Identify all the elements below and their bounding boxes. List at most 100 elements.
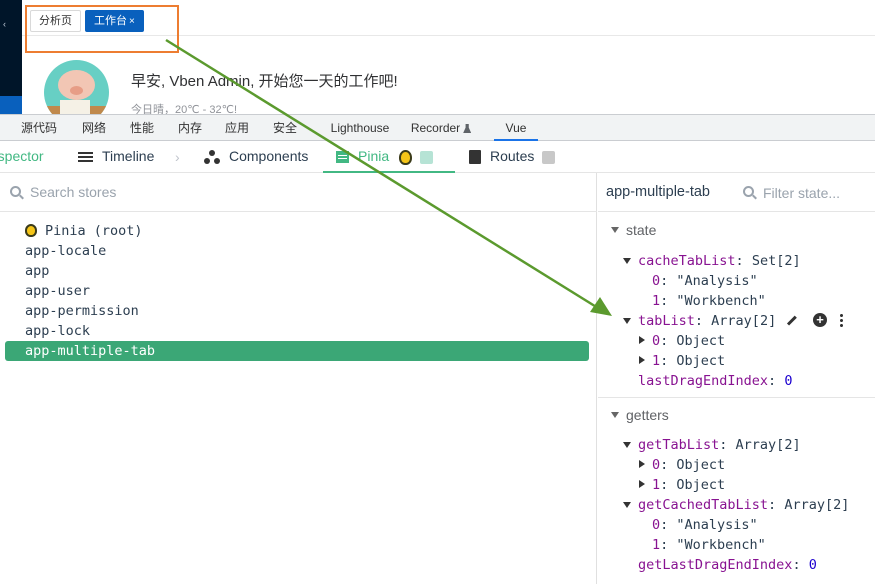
prop-value: 0	[808, 557, 817, 573]
prop-getLastDragEndIndex[interactable]: getLastDragEndIndex: 0	[638, 555, 817, 575]
tab-memory[interactable]: 内存	[168, 115, 212, 141]
caret-down-icon	[611, 227, 619, 233]
caret-right-icon	[639, 460, 645, 468]
tab-sources[interactable]: 源代码	[14, 115, 64, 141]
store-list: Pinia (root) app-locale app app-user app…	[0, 221, 597, 361]
more-icon[interactable]	[840, 313, 843, 327]
prop-value: Object	[676, 353, 726, 369]
prop-cacheTabList[interactable]: cacheTabList: Set[2]	[623, 251, 801, 271]
tab-components[interactable]: Components	[204, 141, 308, 173]
search-icon	[743, 186, 754, 197]
prop-index: 1	[652, 293, 661, 309]
selected-store-title: app-multiple-tab	[606, 184, 710, 200]
section-label: state	[626, 222, 657, 238]
prop-item-getTabList-1[interactable]: 1: Object	[639, 475, 726, 495]
prop-key: getLastDragEndIndex	[638, 557, 793, 573]
tab-vue[interactable]: Vue	[494, 115, 538, 141]
prop-lastDragEndIndex[interactable]: lastDragEndIndex: 0	[638, 371, 792, 391]
prop-type: Array[2]	[711, 313, 777, 329]
prop-key: getCachedTabList	[638, 497, 769, 513]
add-icon[interactable]: +	[813, 313, 827, 327]
tab-timeline[interactable]: Timeline	[78, 141, 154, 173]
edit-icon[interactable]	[786, 315, 797, 326]
flask-icon	[463, 124, 472, 133]
avatar-snout	[70, 86, 83, 95]
prop-index: 1	[652, 353, 661, 369]
prop-index: 0	[652, 333, 661, 349]
prop-value: "Workbench"	[676, 293, 766, 309]
tab-pinia-label: Pinia	[358, 148, 390, 164]
caret-down-icon	[623, 318, 631, 324]
tab-recorder[interactable]: Recorder	[406, 115, 476, 141]
collapse-icon[interactable]: ‹	[3, 19, 6, 29]
prop-value: 0	[784, 373, 793, 389]
state-section-toggle[interactable]: state	[598, 220, 656, 240]
puzzle-icon	[420, 150, 434, 164]
prop-item-tabList-0[interactable]: 0: Object	[639, 331, 726, 351]
weather-text: 今日晴，20℃ - 32℃!	[131, 104, 238, 114]
avatar-newspaper	[60, 100, 90, 114]
prop-value: "Analysis"	[676, 517, 758, 533]
sidebar-active-item	[0, 96, 22, 114]
pinia-icon	[25, 224, 37, 237]
tab-inspector-label: Inspector	[0, 148, 44, 164]
prop-index: 0	[652, 517, 661, 533]
prop-index: 1	[652, 537, 661, 553]
store-item-app-multiple-tab[interactable]: app-multiple-tab	[5, 341, 589, 361]
tab-security[interactable]: 安全	[263, 115, 307, 141]
tab-pinia[interactable]: Pinia	[323, 141, 455, 173]
filter-state-input[interactable]	[763, 183, 873, 203]
prop-value: "Analysis"	[676, 273, 758, 289]
prop-index: 1	[652, 477, 661, 493]
timeline-icon	[78, 151, 93, 163]
store-item-app[interactable]: app	[0, 261, 597, 281]
tab-timeline-label: Timeline	[102, 148, 155, 164]
prop-index: 0	[652, 457, 661, 473]
tab-performance[interactable]: 性能	[120, 115, 164, 141]
caret-down-icon	[623, 442, 631, 448]
tab-routes-label: Routes	[490, 148, 535, 164]
section-label: getters	[626, 407, 669, 423]
prop-key: getTabList	[638, 437, 720, 453]
search-stores-input[interactable]	[30, 182, 430, 202]
prop-getCachedTabList[interactable]: getCachedTabList: Array[2]	[623, 495, 850, 515]
prop-tabList[interactable]: tabList: Array[2]	[623, 311, 777, 331]
vue-devtools-toolbar: Inspector Timeline › Components Pinia Ro…	[0, 141, 875, 173]
store-item-app-user[interactable]: app-user	[0, 281, 597, 301]
prop-item-getTabList-0[interactable]: 0: Object	[639, 455, 726, 475]
prop-type: Array[2]	[784, 497, 850, 513]
greeting-text: 早安, Vben Admin, 开始您一天的工作吧!	[131, 73, 398, 90]
tab-recorder-label: Recorder	[410, 121, 461, 135]
caret-right-icon	[639, 336, 645, 344]
section-divider	[598, 397, 875, 398]
prop-key: lastDragEndIndex	[638, 373, 769, 389]
prop-item: 0: "Analysis"	[652, 273, 758, 289]
state-header: app-multiple-tab	[598, 173, 875, 212]
prop-value: Object	[676, 457, 726, 473]
prop-value: Object	[676, 333, 726, 349]
tab-network[interactable]: 网络	[72, 115, 116, 141]
store-icon	[336, 151, 349, 164]
separator-chevron: ›	[175, 149, 180, 165]
tab-application[interactable]: 应用	[215, 115, 259, 141]
getters-section-toggle[interactable]: getters	[598, 405, 669, 425]
prop-item-tabList-1[interactable]: 1: Object	[639, 351, 726, 371]
tab-lighthouse[interactable]: Lighthouse	[322, 115, 398, 141]
store-item-app-permission[interactable]: app-permission	[0, 301, 597, 321]
state-pane: app-multiple-tab state cacheTabList: Set…	[598, 173, 875, 584]
tab-routes[interactable]: Routes	[469, 141, 556, 173]
search-icon	[10, 186, 21, 197]
prop-type: Set[2]	[751, 253, 801, 269]
store-item-app-locale[interactable]: app-locale	[0, 241, 597, 261]
prop-value: "Workbench"	[676, 537, 766, 553]
prop-value: Object	[676, 477, 726, 493]
store-item-pinia-root[interactable]: Pinia (root)	[0, 221, 597, 241]
prop-type: Array[2]	[735, 437, 801, 453]
caret-down-icon	[623, 502, 631, 508]
tab-inspector[interactable]: Inspector	[0, 141, 64, 173]
store-item-app-lock[interactable]: app-lock	[0, 321, 597, 341]
prop-index: 0	[652, 273, 661, 289]
prop-getTabList[interactable]: getTabList: Array[2]	[623, 435, 801, 455]
routes-icon	[469, 150, 481, 165]
highlight-box	[25, 5, 179, 53]
